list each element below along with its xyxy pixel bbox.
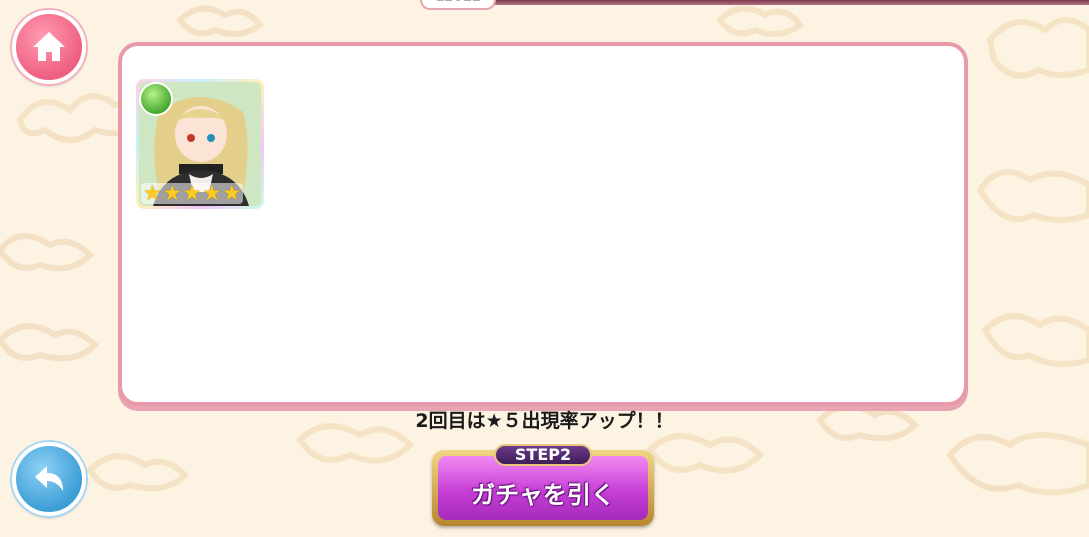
result-card[interactable]: ★ ★ ★ ★ ★ [136, 79, 264, 209]
draw-gacha-button[interactable]: ガチャを引く STEP2 [432, 444, 654, 526]
back-arrow-icon [35, 466, 63, 491]
step-label: STEP2 [494, 444, 592, 466]
star-icon: ★ [143, 181, 162, 205]
home-icon [33, 32, 65, 61]
star-icon: ★ [162, 181, 182, 205]
star-icon: ★ [222, 181, 242, 205]
gacha-button-label: ガチャを引く [471, 480, 615, 509]
rarity-stars: ★ ★ ★ ★ ★ [141, 181, 244, 205]
character-portrait: ★ ★ ★ ★ ★ [139, 82, 261, 206]
level-label: LEVEL [420, 0, 496, 10]
star-icon: ★ [202, 181, 222, 205]
leaf-attribute-icon [139, 82, 173, 116]
star-icon: ★ [182, 181, 202, 205]
back-button[interactable] [12, 442, 86, 516]
home-button[interactable] [12, 10, 86, 84]
gacha-result-panel: ★ ★ ★ ★ ★ [118, 42, 968, 406]
rate-up-notice: 2回目は★５出現率アップ！！ [415, 410, 674, 432]
level-bar [470, 0, 1089, 5]
